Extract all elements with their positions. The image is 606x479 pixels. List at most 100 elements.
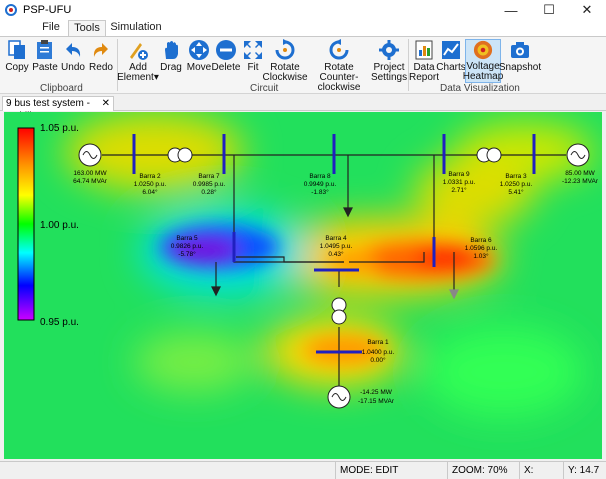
paste-icon — [37, 40, 52, 59]
charts-button[interactable]: Charts — [436, 39, 466, 73]
redo-button[interactable]: Redo — [88, 39, 114, 73]
transformer-2-7[interactable] — [167, 147, 193, 163]
close-tab-icon[interactable]: ✕ — [102, 97, 110, 110]
svg-text:2.71°: 2.71° — [451, 186, 467, 194]
line-chart-icon — [442, 41, 460, 59]
close-button[interactable]: ✕ — [568, 0, 606, 20]
svg-text:0.28°: 0.28° — [201, 188, 217, 196]
paste-label: Paste — [32, 62, 58, 73]
undo-label: Undo — [61, 62, 85, 73]
diagram-canvas[interactable]: 1.05 p.u. 1.00 p.u. 0.95 p.u. Barra 2 1.… — [4, 112, 602, 459]
rotate-clockwise-icon — [275, 39, 295, 60]
voltage-heatmap-label-2: Heatmap — [462, 71, 504, 82]
add-element-label-2: Element▾ — [117, 72, 159, 83]
transformer-9-3[interactable] — [476, 147, 502, 163]
window-controls: — ☐ ✕ — [492, 0, 606, 20]
snapshot-label: Snapshot — [498, 62, 542, 73]
move-icon — [189, 40, 209, 60]
generator-3[interactable] — [566, 143, 590, 167]
svg-text:6.04°: 6.04° — [142, 188, 158, 196]
svg-text:1.0250 p.u.: 1.0250 p.u. — [134, 181, 167, 188]
camera-icon — [511, 42, 529, 58]
copy-icon — [8, 40, 25, 59]
group-separator — [408, 39, 409, 91]
delete-label: Delete — [211, 62, 241, 73]
status-y-coord: Y: 14.7 — [563, 462, 606, 479]
copy-button[interactable]: Copy — [4, 39, 30, 73]
tab-simulation[interactable]: Simulation — [110, 20, 162, 36]
project-settings-label-2: Settings — [370, 72, 408, 83]
svg-text:1.0596 p.u.: 1.0596 p.u. — [465, 245, 498, 252]
svg-text:0.9949 p.u.: 0.9949 p.u. — [304, 181, 337, 188]
ribbon-tab-bar: File Tools Simulation — [0, 20, 606, 36]
move-button[interactable]: Move — [186, 39, 212, 73]
copy-label: Copy — [5, 62, 29, 73]
svg-text:0.43°: 0.43° — [328, 250, 344, 258]
paste-button[interactable]: Paste — [32, 39, 58, 73]
svg-text:-12.23 MVAr: -12.23 MVAr — [562, 178, 599, 185]
svg-text:Barra 2: Barra 2 — [139, 173, 161, 180]
svg-text:-17.15 MVAr: -17.15 MVAr — [358, 398, 395, 405]
redo-label: Redo — [89, 62, 113, 73]
rotate-counter-clockwise-label-2: Counter-clockwise — [317, 72, 361, 93]
legend-mid-label: 1.00 p.u. — [40, 220, 79, 231]
title-bar: PSP-UFU — ☐ ✕ — [0, 0, 606, 20]
svg-text:0.9826 p.u.: 0.9826 p.u. — [171, 243, 204, 250]
rotate-counter-clockwise-button[interactable]: Rotate Counter-clockwise — [306, 39, 372, 93]
document-tab[interactable]: 9 bus test system - stability ✕ — [2, 96, 114, 122]
data-visualization-group-label: Data Visualization — [440, 83, 520, 94]
svg-text:64.74 MVAr: 64.74 MVAr — [73, 178, 108, 185]
drag-button[interactable]: Drag — [158, 39, 184, 73]
svg-text:-1.83°: -1.83° — [311, 188, 329, 196]
svg-text:1.03°: 1.03° — [473, 252, 489, 260]
tab-file[interactable]: File — [36, 20, 66, 36]
add-element-button[interactable]: Add Element▾ — [117, 39, 159, 83]
project-settings-button[interactable]: Project Settings — [370, 39, 408, 83]
delete-icon — [216, 40, 236, 60]
snapshot-button[interactable]: Snapshot — [498, 39, 542, 73]
data-report-label-2: Report — [409, 72, 440, 83]
svg-text:Barra 8: Barra 8 — [309, 173, 331, 180]
generator-2[interactable] — [78, 143, 102, 167]
svg-text:1.0400 p.u.: 1.0400 p.u. — [362, 349, 395, 356]
window-title: PSP-UFU — [23, 4, 72, 16]
heatmap-icon — [473, 40, 493, 60]
svg-text:Barra 1: Barra 1 — [367, 339, 389, 346]
app-logo-icon — [5, 4, 17, 16]
delete-button[interactable]: Delete — [212, 39, 240, 73]
undo-button[interactable]: Undo — [60, 39, 86, 73]
voltage-heatmap-button[interactable]: Voltage Heatmap — [462, 39, 504, 83]
svg-text:0.00°: 0.00° — [370, 356, 386, 364]
rotate-counter-clockwise-icon — [329, 39, 349, 60]
svg-text:Barra 7: Barra 7 — [198, 173, 220, 180]
svg-text:Barra 3: Barra 3 — [505, 173, 527, 180]
maximize-button[interactable]: ☐ — [530, 0, 568, 20]
hand-icon — [165, 41, 178, 59]
ribbon-toolbar: Copy Paste Undo Redo Clipboard Add Eleme… — [0, 36, 606, 94]
svg-text:0.9985 p.u.: 0.9985 p.u. — [193, 181, 226, 188]
heatmap-diagram-svg: 1.05 p.u. 1.00 p.u. 0.95 p.u. Barra 2 1.… — [4, 112, 602, 459]
charts-label: Charts — [436, 62, 466, 73]
status-x-coord: X: 1239.9 — [519, 462, 563, 479]
minimize-button[interactable]: — — [492, 0, 530, 20]
circuit-group-label: Circuit — [250, 83, 279, 94]
drag-label: Drag — [160, 62, 182, 73]
svg-text:-14.25 MW: -14.25 MW — [360, 389, 393, 396]
fit-button[interactable]: Fit — [240, 39, 266, 73]
svg-text:85.00 MW: 85.00 MW — [565, 170, 595, 177]
status-bar: MODE: EDIT ZOOM: 70% X: 1239.9 Y: 14.7 — [0, 461, 606, 479]
status-mode: MODE: EDIT — [335, 462, 445, 479]
document-tab-bar: 9 bus test system - stability ✕ — [0, 95, 606, 122]
svg-text:1.0250 p.u.: 1.0250 p.u. — [500, 181, 533, 188]
rotate-clockwise-button[interactable]: Rotate Clockwise — [263, 39, 308, 83]
fit-label: Fit — [247, 62, 259, 73]
generator-1[interactable] — [327, 385, 351, 409]
svg-text:Barra 5: Barra 5 — [176, 235, 198, 242]
report-icon — [415, 40, 433, 60]
undo-icon — [66, 43, 81, 57]
legend-min-label: 0.95 p.u. — [40, 317, 79, 328]
tab-tools[interactable]: Tools — [68, 20, 106, 36]
svg-text:5.41°: 5.41° — [508, 188, 524, 196]
svg-text:Barra 6: Barra 6 — [470, 237, 492, 244]
data-report-button[interactable]: Data Report — [409, 39, 440, 83]
